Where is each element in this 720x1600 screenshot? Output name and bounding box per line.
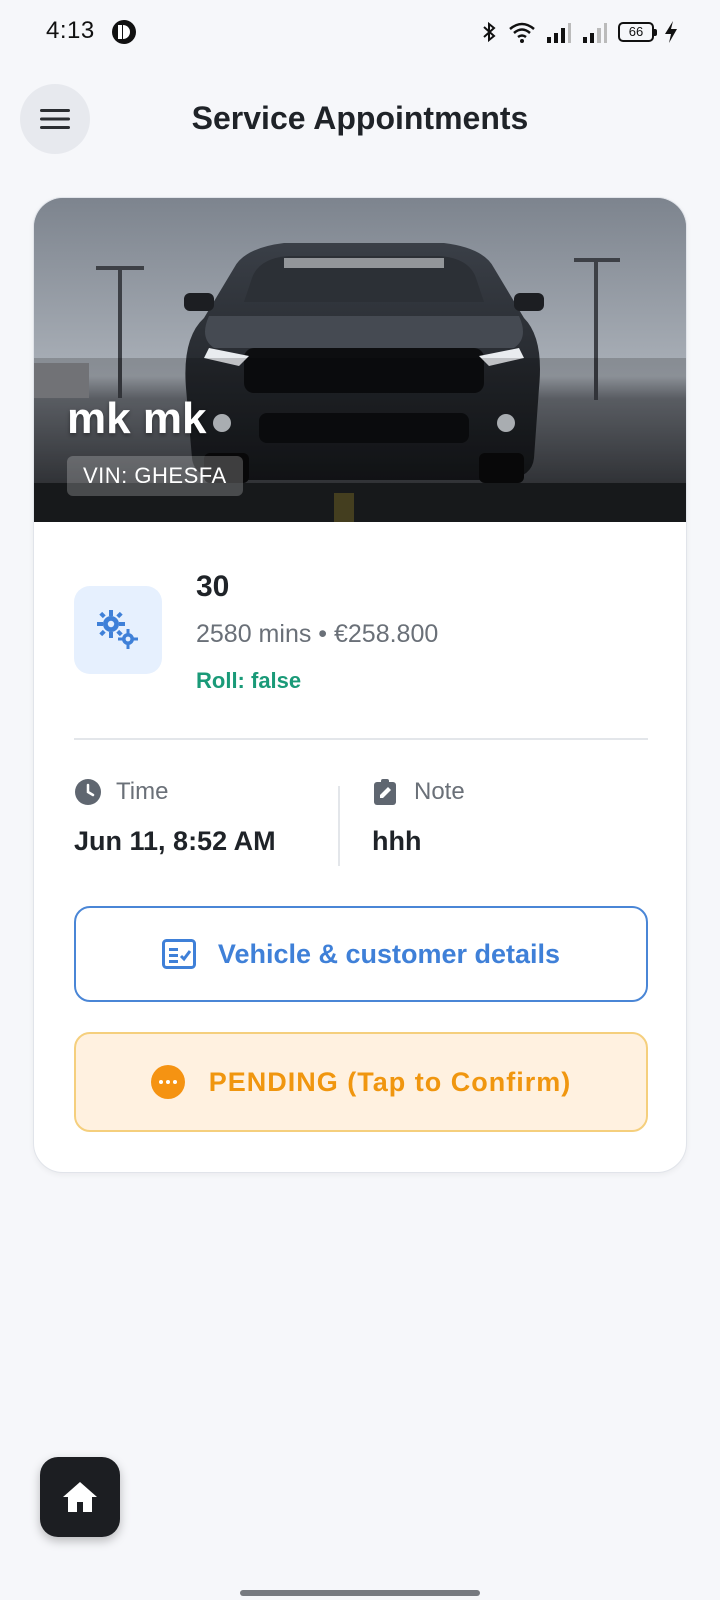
vehicle-image: mk mk VIN: GHESFA [34, 198, 686, 522]
time-section: Time Jun 11, 8:52 AM [74, 778, 276, 857]
page-title: Service Appointments [191, 100, 529, 136]
status-bar: 4:13 66 [0, 0, 720, 64]
wifi-icon [509, 22, 535, 43]
divider [74, 738, 648, 740]
status-time: 4:13 [46, 17, 95, 44]
note-label: Note [414, 778, 465, 805]
details-button-label: Vehicle & customer details [217, 938, 561, 969]
home-icon [63, 1482, 97, 1512]
vehicle-customer-details-button[interactable]: Vehicle & customer details [74, 906, 648, 1002]
app-notification-icon [112, 20, 136, 44]
note-section: Note hhh [372, 778, 465, 857]
service-meta: 2580 mins • €258.800 [196, 620, 439, 648]
signal-icon-2 [583, 23, 607, 43]
appointment-card[interactable]: mk mk VIN: GHESFA 30 2580 mins • €258.80… [33, 197, 687, 1173]
vehicle-name: mk mk [67, 394, 207, 443]
checklist-icon [161, 939, 196, 969]
edit-note-icon [374, 779, 396, 805]
more-dots-icon [150, 1065, 185, 1099]
time-value: Jun 11, 8:52 AM [74, 826, 276, 856]
bluetooth-icon [483, 21, 496, 43]
service-name: 30 [196, 570, 230, 603]
battery-icon: 66 [618, 22, 657, 42]
clock-icon [75, 779, 101, 805]
gears-icon [97, 610, 138, 649]
column-divider [338, 786, 340, 866]
charging-icon [665, 21, 677, 43]
time-label: Time [116, 778, 169, 805]
home-indicator[interactable] [240, 1590, 480, 1596]
note-value: hhh [372, 826, 422, 856]
service-roll: Roll: false [196, 668, 302, 693]
service-icon-box [74, 586, 162, 674]
signal-icon [547, 23, 571, 43]
home-button[interactable] [40, 1457, 120, 1537]
status-button-label: PENDING (Tap to Confirm) [208, 1066, 572, 1097]
vin-badge: VIN: GHESFA [67, 456, 243, 496]
pending-status-button[interactable]: PENDING (Tap to Confirm) [74, 1032, 648, 1132]
status-icons: 66 [480, 18, 678, 46]
